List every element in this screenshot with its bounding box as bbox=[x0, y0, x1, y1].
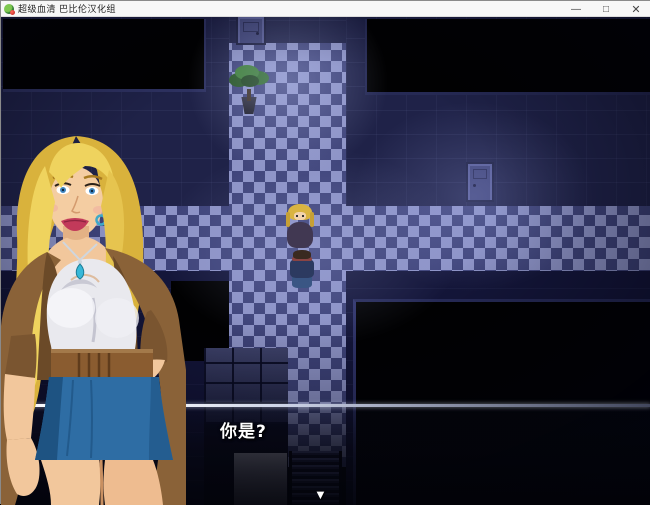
app-icon bbox=[4, 3, 15, 15]
potted-plant bbox=[227, 65, 271, 115]
window-title: 超级血清 巴比伦汉化组 bbox=[18, 4, 117, 14]
minimize-button[interactable]: — bbox=[561, 1, 591, 17]
player-hair bbox=[293, 250, 311, 259]
player-jacket bbox=[290, 259, 314, 278]
door-panel bbox=[243, 22, 259, 32]
door-right bbox=[468, 164, 492, 200]
game-window: 超级血清 巴比伦汉化组 — □ ✕ 你是? ▼ bbox=[0, 0, 650, 505]
title-bar[interactable]: 超级血清 巴比伦汉化组 — □ ✕ bbox=[1, 1, 650, 17]
close-button[interactable]: ✕ bbox=[621, 1, 650, 17]
npc-eye bbox=[302, 215, 304, 217]
npc-sprite-blonde[interactable] bbox=[285, 204, 315, 256]
plant-leaf bbox=[241, 75, 259, 87]
bust-left-highlight bbox=[47, 288, 95, 328]
player-sprite[interactable] bbox=[288, 250, 316, 292]
window-controls: — □ ✕ bbox=[561, 1, 650, 16]
maximize-button[interactable]: □ bbox=[591, 1, 621, 17]
dialogue-text: 你是? bbox=[220, 422, 267, 442]
npc-hair-strand bbox=[286, 212, 290, 227]
bust-right-highlight bbox=[95, 298, 139, 338]
thigh-left bbox=[41, 460, 101, 505]
game-viewport[interactable]: 你是? ▼ bbox=[1, 17, 650, 505]
belt bbox=[51, 349, 153, 377]
door-knob bbox=[473, 184, 476, 187]
door-panel bbox=[473, 169, 487, 179]
dialogue-continue-icon[interactable]: ▼ bbox=[314, 487, 327, 502]
npc-hair-strand bbox=[310, 212, 314, 227]
dark-room-top-left bbox=[3, 19, 206, 92]
dark-room-top-right bbox=[365, 19, 650, 95]
belt-highlight bbox=[51, 349, 153, 353]
pupil-right bbox=[90, 189, 94, 193]
character-portrait-blonde-woman bbox=[1, 136, 186, 505]
npc-eye bbox=[296, 215, 298, 217]
door-knob bbox=[256, 32, 259, 35]
thigh-right bbox=[103, 460, 163, 505]
door-top bbox=[238, 17, 264, 43]
plant-trunk bbox=[247, 89, 251, 101]
pupil-left bbox=[61, 188, 65, 192]
npc-dress bbox=[287, 222, 313, 248]
forearm-left bbox=[3, 374, 36, 440]
thigh-gap bbox=[99, 459, 104, 505]
